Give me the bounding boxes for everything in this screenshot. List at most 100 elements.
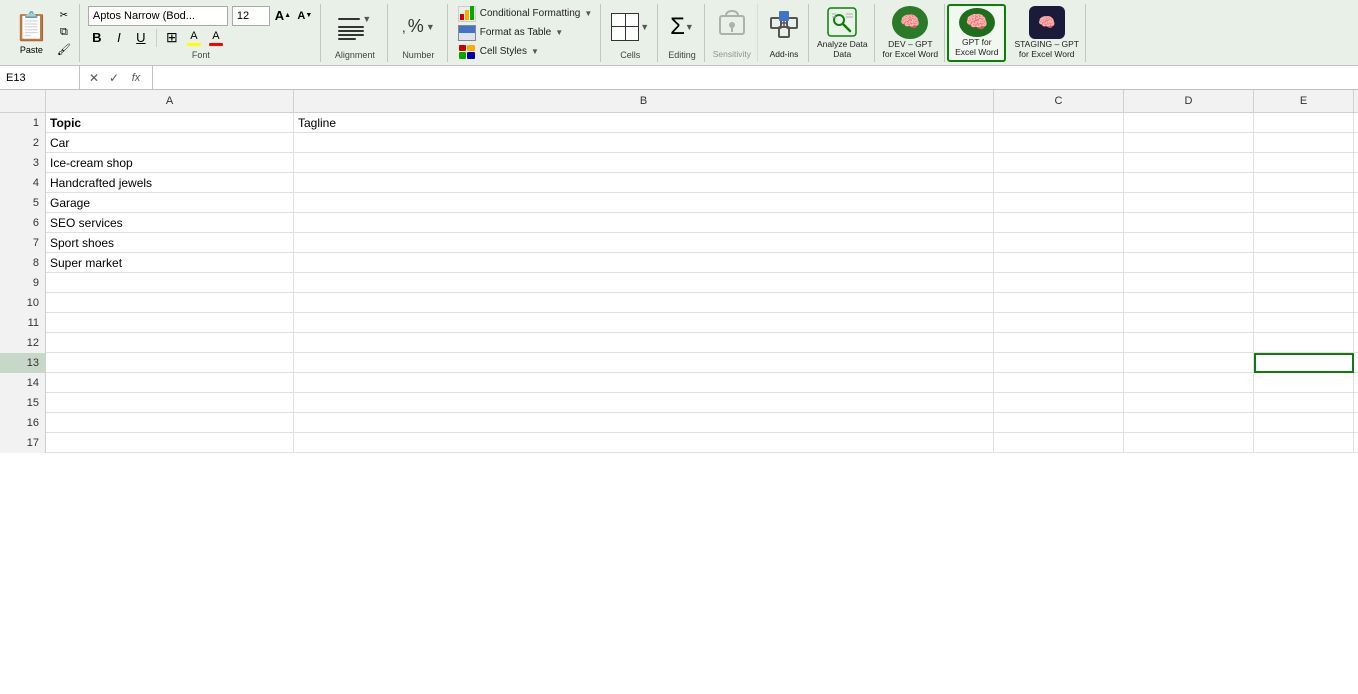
cut-button[interactable]: ✂ xyxy=(55,8,73,24)
table-cell[interactable] xyxy=(294,353,994,373)
table-cell[interactable] xyxy=(294,373,994,393)
number-icon-area[interactable]: , % ▼ xyxy=(402,6,435,48)
table-cell[interactable] xyxy=(294,433,994,453)
table-cell[interactable] xyxy=(46,373,294,393)
table-cell[interactable] xyxy=(46,313,294,333)
table-cell[interactable] xyxy=(1124,253,1254,273)
addins-icon[interactable] xyxy=(766,6,802,42)
row-number[interactable]: 13 xyxy=(0,353,46,373)
table-cell[interactable] xyxy=(46,413,294,433)
table-cell[interactable] xyxy=(294,413,994,433)
table-cell[interactable]: Sport shoes xyxy=(46,233,294,253)
table-cell[interactable] xyxy=(294,293,994,313)
table-cell[interactable] xyxy=(1254,113,1354,133)
conditional-formatting-button[interactable]: Conditional Formatting ▼ xyxy=(458,6,593,22)
row-number[interactable]: 15 xyxy=(0,393,46,413)
table-cell[interactable] xyxy=(1124,213,1254,233)
table-cell[interactable] xyxy=(994,373,1124,393)
row-number[interactable]: 8 xyxy=(0,253,46,273)
table-cell[interactable] xyxy=(994,193,1124,213)
table-cell[interactable] xyxy=(1124,333,1254,353)
table-cell[interactable] xyxy=(1254,233,1354,253)
table-cell[interactable] xyxy=(1254,213,1354,233)
table-cell[interactable] xyxy=(1254,133,1354,153)
table-cell[interactable] xyxy=(1124,353,1254,373)
table-cell[interactable] xyxy=(994,413,1124,433)
table-cell[interactable] xyxy=(294,233,994,253)
table-cell[interactable]: Garage xyxy=(46,193,294,213)
col-header-E[interactable]: E xyxy=(1254,90,1354,112)
table-cell[interactable] xyxy=(994,433,1124,453)
table-cell[interactable] xyxy=(1124,293,1254,313)
row-number[interactable]: 5 xyxy=(0,193,46,213)
table-cell[interactable] xyxy=(1254,393,1354,413)
table-cell[interactable]: Ice-cream shop xyxy=(46,153,294,173)
table-cell[interactable] xyxy=(994,233,1124,253)
alignment-icon-area[interactable]: ▼ xyxy=(338,6,371,48)
row-number[interactable]: 17 xyxy=(0,433,46,453)
formula-confirm-button[interactable]: ✓ xyxy=(106,71,122,85)
table-cell[interactable]: Car xyxy=(46,133,294,153)
table-cell[interactable] xyxy=(1124,273,1254,293)
table-cell[interactable]: Handcrafted jewels xyxy=(46,173,294,193)
table-cell[interactable] xyxy=(1254,433,1354,453)
row-number[interactable]: 10 xyxy=(0,293,46,313)
table-cell[interactable] xyxy=(994,153,1124,173)
table-cell[interactable] xyxy=(994,333,1124,353)
row-number[interactable]: 16 xyxy=(0,413,46,433)
table-cell[interactable] xyxy=(46,353,294,373)
font-name-input[interactable] xyxy=(88,6,228,26)
table-cell[interactable] xyxy=(294,193,994,213)
table-cell[interactable] xyxy=(294,393,994,413)
col-header-C[interactable]: C xyxy=(994,90,1124,112)
table-cell[interactable] xyxy=(294,313,994,333)
table-cell[interactable] xyxy=(1254,353,1354,373)
bold-button[interactable]: B xyxy=(88,29,106,47)
corner-cell[interactable] xyxy=(0,90,46,112)
table-cell[interactable]: Tagline xyxy=(294,113,994,133)
row-number[interactable]: 2 xyxy=(0,133,46,153)
table-cell[interactable] xyxy=(994,173,1124,193)
table-cell[interactable]: Super market xyxy=(46,253,294,273)
table-cell[interactable] xyxy=(1254,293,1354,313)
row-number[interactable]: 11 xyxy=(0,313,46,333)
col-header-A[interactable]: A xyxy=(46,90,294,112)
font-size-input[interactable] xyxy=(232,6,270,26)
format-painter-button[interactable]: 🖌 xyxy=(55,42,73,58)
table-cell[interactable] xyxy=(1254,173,1354,193)
table-cell[interactable] xyxy=(1124,373,1254,393)
table-cell[interactable] xyxy=(1124,153,1254,173)
formula-cancel-button[interactable]: ✕ xyxy=(86,71,102,85)
table-cell[interactable] xyxy=(994,353,1124,373)
table-cell[interactable] xyxy=(294,133,994,153)
table-cell[interactable] xyxy=(994,293,1124,313)
table-cell[interactable] xyxy=(994,393,1124,413)
row-number[interactable]: 14 xyxy=(0,373,46,393)
table-cell[interactable] xyxy=(994,253,1124,273)
table-cell[interactable] xyxy=(1124,433,1254,453)
table-cell[interactable]: SEO services xyxy=(46,213,294,233)
table-cell[interactable] xyxy=(1254,253,1354,273)
paste-button[interactable]: 📋 Paste xyxy=(8,6,55,60)
table-cell[interactable] xyxy=(1254,273,1354,293)
table-cell[interactable] xyxy=(294,153,994,173)
table-cell[interactable] xyxy=(1124,113,1254,133)
table-cell[interactable] xyxy=(1254,413,1354,433)
table-cell[interactable] xyxy=(294,213,994,233)
underline-button[interactable]: U xyxy=(132,29,150,47)
table-cell[interactable]: Topic xyxy=(46,113,294,133)
shrink-font-button[interactable]: A▼ xyxy=(296,7,314,25)
col-header-B[interactable]: B xyxy=(294,90,994,112)
gpt-icon[interactable]: 🧠 xyxy=(959,8,995,38)
row-number[interactable]: 6 xyxy=(0,213,46,233)
editing-button[interactable]: Σ ▼ xyxy=(670,6,694,48)
table-cell[interactable] xyxy=(294,173,994,193)
fill-color-button[interactable]: A xyxy=(185,29,203,47)
table-cell[interactable] xyxy=(1124,313,1254,333)
table-cell[interactable] xyxy=(46,273,294,293)
formula-input[interactable] xyxy=(153,71,1358,85)
dev-gpt-icon[interactable]: 🧠 xyxy=(892,6,928,40)
table-cell[interactable] xyxy=(46,393,294,413)
table-cell[interactable] xyxy=(1254,313,1354,333)
row-number[interactable]: 12 xyxy=(0,333,46,353)
